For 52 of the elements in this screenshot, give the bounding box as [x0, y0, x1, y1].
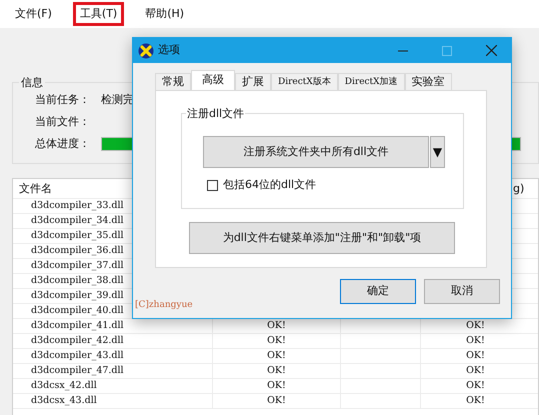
checkbox-label: 包括64位的dll文件 — [223, 177, 316, 193]
maximize-icon — [442, 46, 452, 56]
table-cell: d3dcompiler_35.dll — [31, 230, 124, 241]
table-cell: d3dcompiler_37.dll — [31, 260, 124, 271]
column-header[interactable]: g) — [513, 182, 524, 195]
field-label: 当前任务： — [35, 92, 91, 108]
tab[interactable]: DirectX版本 — [271, 73, 338, 90]
table-cell: d3dcompiler_43.dll — [31, 350, 124, 361]
dialog-button[interactable]: 确定 — [340, 278, 416, 304]
table-cell: OK! — [267, 395, 286, 406]
table-cell: d3dcompiler_34.dll — [31, 215, 124, 226]
table-cell: OK! — [466, 335, 485, 346]
table-cell: OK! — [466, 365, 485, 376]
table-cell: OK! — [267, 350, 286, 361]
table-cell: OK! — [466, 380, 485, 391]
table-cell: d3dcompiler_40.dll — [31, 305, 124, 316]
close-icon — [486, 45, 496, 56]
tab[interactable]: DirectX加速 — [338, 73, 405, 90]
table-cell: d3dcsx_42.dll — [31, 380, 97, 391]
table-cell: d3dcsx_43.dll — [31, 395, 97, 406]
field-label: 当前文件： — [35, 114, 91, 130]
field-label: 总体进度： — [35, 136, 91, 152]
tab[interactable]: 扩展 — [235, 73, 271, 90]
column-header[interactable]: 文件名 — [19, 182, 52, 195]
table-cell: d3dcompiler_39.dll — [31, 290, 124, 301]
tab[interactable]: 实验室 — [404, 73, 452, 90]
app-icon — [138, 42, 154, 58]
window-title: 选项 — [158, 42, 180, 58]
table-cell: OK! — [267, 380, 286, 391]
dialog-button[interactable]: 取消 — [424, 278, 500, 304]
credit-text: [C]zhangyue — [135, 300, 193, 310]
table-cell: d3dcompiler_36.dll — [31, 245, 124, 256]
menu-item[interactable]: 帮助(H) — [138, 2, 192, 26]
table-cell: d3dcompiler_42.dll — [31, 335, 124, 346]
table-cell: d3dcompiler_38.dll — [31, 275, 124, 286]
table-cell: d3dcompiler_41.dll — [31, 320, 124, 331]
table-cell: OK! — [267, 335, 286, 346]
menu-item[interactable]: 文件(F) — [8, 2, 59, 26]
tab[interactable]: 高级 — [191, 70, 235, 90]
dropdown-button[interactable]: ▼ — [430, 136, 445, 168]
table-cell: OK! — [466, 350, 485, 361]
context-menu-button[interactable]: 为dll文件右键菜单添加"注册"和"卸载"项 — [189, 222, 455, 254]
tab[interactable]: 常规 — [155, 73, 191, 90]
table-cell: OK! — [466, 395, 485, 406]
menu-item[interactable]: 工具(T) — [72, 2, 124, 26]
register-button[interactable]: 注册系统文件夹中所有dll文件 — [203, 136, 429, 168]
checkbox[interactable] — [207, 180, 218, 191]
table-cell: OK! — [267, 320, 286, 331]
table-cell: OK! — [466, 320, 485, 331]
table-cell: d3dcompiler_47.dll — [31, 365, 124, 376]
table-cell: d3dcompiler_33.dll — [31, 200, 124, 211]
table-cell: OK! — [267, 365, 286, 376]
